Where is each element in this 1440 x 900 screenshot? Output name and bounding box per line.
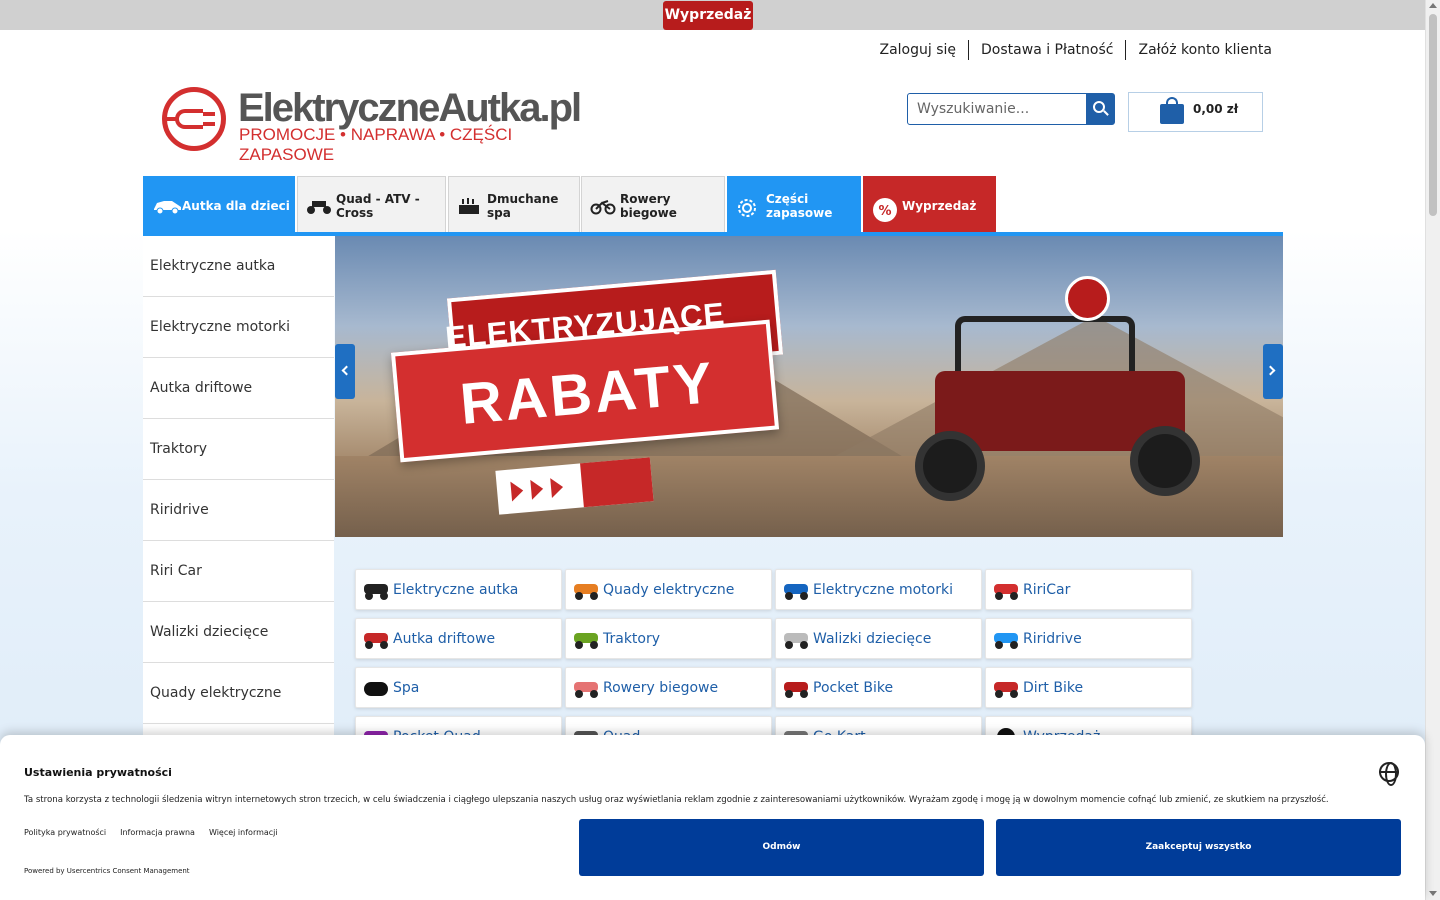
- riridrive-icon: [992, 628, 1022, 650]
- accept-all-button[interactable]: Zaakceptuj wszystko: [996, 819, 1401, 876]
- cart-total: 0,00 zł: [1193, 102, 1239, 116]
- scrollbar[interactable]: [1425, 0, 1440, 900]
- tab-rowery-biegowe[interactable]: Rowery biegowe: [581, 176, 725, 234]
- category-tile[interactable]: Quady elektryczne: [565, 569, 772, 610]
- top-sale-bar: Wyprzedaż: [0, 0, 1425, 30]
- spa-icon: [362, 677, 392, 699]
- tractor-icon: [572, 628, 602, 650]
- banner-next-button[interactable]: [1263, 344, 1283, 399]
- logo-tagline: PROMOCJE • NAPRAWA • CZĘŚCI ZAPASOWE: [239, 125, 513, 164]
- tab-autka-dla-dzieci[interactable]: Autka dla dzieci: [143, 176, 295, 234]
- tab-czesci-zapasowe[interactable]: Części zapasowe: [727, 176, 861, 234]
- category-tile[interactable]: Autka driftowe: [355, 618, 562, 659]
- sidebar-item[interactable]: Riridrive: [143, 480, 334, 541]
- chevron-left-icon: [341, 365, 352, 376]
- motorbike-icon: [782, 579, 812, 601]
- tab-label: Quad - ATV - Cross: [336, 191, 420, 220]
- atv-icon: [306, 197, 332, 215]
- category-tile[interactable]: Pocket Bike: [775, 667, 982, 708]
- category-sidebar: Elektryczne autka Elektryczne motorki Au…: [143, 236, 334, 766]
- powered-by: Powered by Usercentrics Consent Manageme…: [24, 867, 190, 875]
- percent-icon: %: [872, 197, 898, 222]
- car-icon: [152, 197, 181, 215]
- tab-dmuchane-spa[interactable]: Dmuchane spa: [448, 176, 580, 234]
- car-icon: [362, 579, 392, 601]
- category-tile[interactable]: Dirt Bike: [985, 667, 1192, 708]
- tab-quad-atv-cross[interactable]: Quad - ATV - Cross: [297, 176, 446, 234]
- category-tile[interactable]: Elektryczne motorki: [775, 569, 982, 610]
- search-button[interactable]: [1086, 94, 1114, 124]
- cart-button[interactable]: 0,00 zł: [1128, 92, 1263, 132]
- tab-wyprzedaz[interactable]: % Wyprzedaż: [863, 176, 996, 234]
- sidebar-item[interactable]: Quady elektryczne: [143, 663, 334, 724]
- scroll-down-icon[interactable]: [1429, 891, 1437, 896]
- top-sale-button[interactable]: Wyprzedaż: [663, 1, 753, 30]
- category-tile[interactable]: Walizki dziecięce: [775, 618, 982, 659]
- privacy-policy-link[interactable]: Polityka prywatności: [24, 828, 106, 837]
- login-link[interactable]: Zaloguj się: [868, 40, 970, 60]
- category-tile[interactable]: Riridrive: [985, 618, 1192, 659]
- consent-title: Ustawienia prywatności: [24, 766, 172, 779]
- hot-tub-icon: [457, 197, 483, 215]
- cart-icon: [580, 457, 654, 508]
- sidebar-item[interactable]: Riri Car: [143, 541, 334, 602]
- banner-prev-button[interactable]: [335, 344, 355, 399]
- scrollbar-thumb[interactable]: [1429, 14, 1437, 216]
- tab-label: Dmuchane spa: [487, 191, 559, 220]
- chevron-right-icon: [1265, 365, 1276, 376]
- tab-label: Części zapasowe: [766, 191, 833, 220]
- register-link[interactable]: Załóż konto klienta: [1126, 40, 1272, 60]
- site-logo[interactable]: ElektryczneAutka.pl PROMOCJE • NAPRAWA •…: [162, 86, 582, 164]
- category-tile[interactable]: RiriCar: [985, 569, 1192, 610]
- language-globe-icon[interactable]: [1379, 762, 1399, 786]
- tab-label: Wyprzedaż: [902, 198, 977, 213]
- sidebar-item[interactable]: Elektryczne autka: [143, 236, 334, 297]
- consent-links: Polityka prywatności Informacja prawna W…: [24, 828, 278, 837]
- sidebar-item[interactable]: Traktory: [143, 419, 334, 480]
- more-info-link[interactable]: Więcej informacji: [209, 828, 278, 837]
- category-tile[interactable]: Spa: [355, 667, 562, 708]
- shopping-bag-icon: [1160, 104, 1184, 124]
- deny-button[interactable]: Odmów: [579, 819, 984, 876]
- tab-label: Autka dla dzieci: [182, 198, 290, 213]
- privacy-consent-panel: Ustawienia prywatności Ta strona korzyst…: [0, 735, 1425, 900]
- dirt-bike-icon: [992, 677, 1022, 699]
- pocket-bike-icon: [782, 677, 812, 699]
- category-tile[interactable]: Rowery biegowe: [565, 667, 772, 708]
- tab-label: Rowery biegowe: [620, 191, 677, 220]
- kid-buggy-image: [915, 276, 1215, 506]
- riri-car-icon: [992, 579, 1022, 601]
- gear-icon: [736, 197, 762, 217]
- category-tile[interactable]: Elektryczne autka: [355, 569, 562, 610]
- svg-text:%: %: [878, 204, 891, 219]
- promo-banner[interactable]: ELEKTRYZUJĄCE RABATY: [335, 236, 1283, 537]
- balance-bike-icon: [572, 677, 602, 699]
- sidebar-item[interactable]: Autka driftowe: [143, 358, 334, 419]
- drift-car-icon: [362, 628, 392, 650]
- search-input[interactable]: [908, 94, 1086, 124]
- consent-description: Ta strona korzysta z technologii śledzen…: [24, 795, 1329, 805]
- search-box: [907, 93, 1115, 125]
- sidebar-item[interactable]: Elektryczne motorki: [143, 297, 334, 358]
- scroll-up-icon[interactable]: [1429, 3, 1437, 8]
- category-tile[interactable]: Traktory: [565, 618, 772, 659]
- atv-icon: [572, 579, 602, 601]
- delivery-payment-link[interactable]: Dostawa i Płatność: [969, 40, 1127, 60]
- suitcase-icon: [782, 628, 812, 650]
- sidebar-item[interactable]: Walizki dziecięce: [143, 602, 334, 663]
- legal-info-link[interactable]: Informacja prawna: [120, 828, 195, 837]
- header-links: Zaloguj się Dostawa i Płatność Załóż kon…: [868, 40, 1272, 60]
- balance-bike-icon: [590, 197, 616, 215]
